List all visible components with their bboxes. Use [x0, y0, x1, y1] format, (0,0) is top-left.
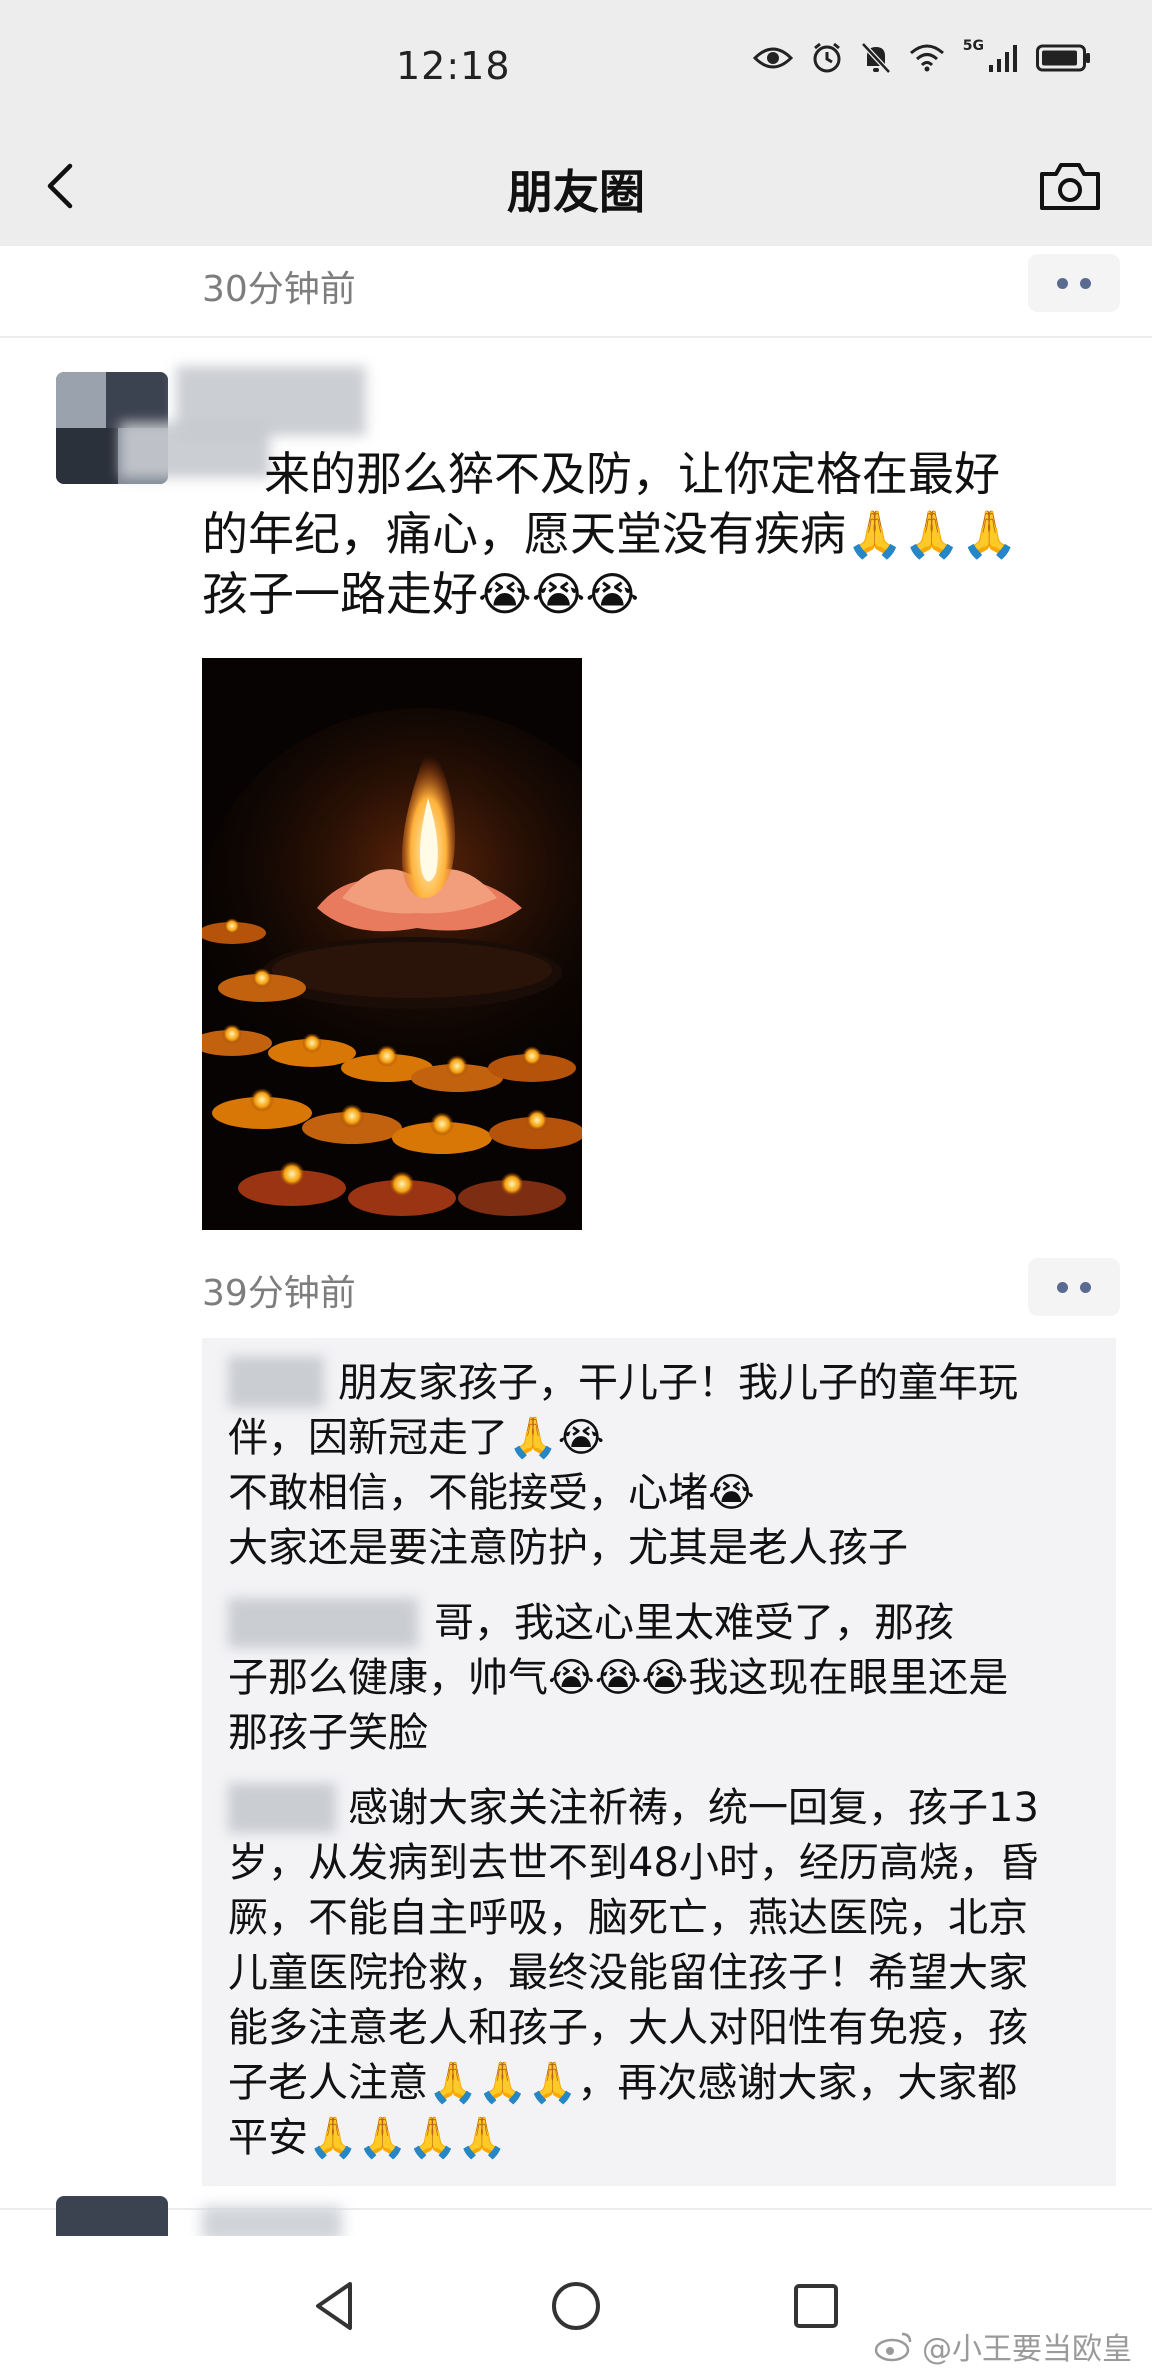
nav-back-button[interactable]	[298, 2268, 374, 2344]
avatar[interactable]	[56, 2196, 168, 2236]
prev-post-more-button[interactable]	[1028, 254, 1120, 312]
alarm-icon	[811, 42, 843, 74]
blurred-commenter	[228, 1356, 324, 1408]
comment-line: 伴，因新冠走了🙏😭	[228, 1415, 605, 1461]
comment-line: 大家还是要注意防护，尤其是老人孩子	[228, 1525, 908, 1571]
mute-icon	[860, 42, 891, 74]
prev-post-time: 30分钟前	[202, 269, 356, 310]
comment-line: 那孩子笑脸	[228, 1710, 428, 1756]
comment-line: 朋友家孩子，干儿子！我儿子的童年玩	[338, 1360, 1018, 1406]
network-label: 5G	[962, 38, 984, 54]
page-title: 朋友圈	[507, 165, 645, 219]
eye-icon	[752, 44, 793, 72]
camera-icon	[1040, 163, 1100, 210]
comment-line: 子那么健康，帅气😭😭😭我这现在眼里还是	[228, 1655, 1009, 1701]
comment-line: 平安🙏🙏🙏🙏	[228, 2115, 508, 2161]
prev-post-time-row: 30分钟前	[0, 254, 1152, 314]
candle-image[interactable]	[202, 658, 582, 1230]
comment-line: 厥，不能自主呼吸，脑死亡，燕达医院，北京	[228, 1895, 1028, 1941]
blurred-commenter	[228, 1598, 418, 1648]
post-time-row: 39分钟前	[0, 1258, 1152, 1318]
post-divider	[0, 2208, 1152, 2210]
comment[interactable]: 感谢大家关注祈祷，统一回复，孩子13 岁，从发病到去世不到48小时，经历高烧，昏…	[228, 1781, 1094, 2166]
comment[interactable]: 哥，我这心里太难受了，那孩 子那么健康，帅气😭😭😭我这现在眼里还是 那孩子笑脸	[228, 1596, 1094, 1761]
post-text-line: 的年纪，痛心，愿天堂没有疾病🙏🙏🙏	[202, 507, 1018, 561]
watermark-text: @小王要当欧皇	[922, 2332, 1132, 2367]
comment-line: 感谢大家关注祈祷，统一回复，孩子13	[348, 1785, 1039, 1831]
more-dot-icon	[1057, 1281, 1068, 1293]
status-bar: 12:18 5G	[0, 0, 1152, 128]
system-nav-bar: @小王要当欧皇	[0, 2236, 1152, 2376]
post-text-line: 孩子一路走好😭😭😭	[202, 567, 640, 621]
watermark: @小王要当欧皇	[874, 2324, 1132, 2368]
more-dot-icon	[1057, 277, 1068, 289]
nav-home-button[interactable]	[538, 2268, 614, 2344]
status-time: 12:18	[396, 44, 511, 88]
recents-square-icon	[794, 2284, 838, 2328]
comment-line: 岁，从发病到去世不到48小时，经历高烧，昏	[228, 1840, 1039, 1886]
weibo-icon	[874, 2332, 912, 2362]
post-time: 39分钟前	[202, 1273, 356, 1314]
nav-bar: 朋友圈	[0, 128, 1152, 246]
post-more-button[interactable]	[1028, 1258, 1120, 1316]
more-dot-icon	[1080, 1281, 1091, 1293]
post-text: 来的那么猝不及防，让你定格在最好 的年纪，痛心，愿天堂没有疾病🙏🙏🙏 孩子一路走…	[202, 444, 1102, 624]
comment-line: 不敢相信，不能接受，心堵😭	[228, 1470, 755, 1516]
post-divider	[0, 336, 1152, 338]
home-circle-icon	[552, 2282, 600, 2330]
signal-icon	[988, 43, 1018, 73]
comment-line: 儿童医院抢救，最终没能留住孩子！希望大家	[228, 1950, 1028, 1996]
battery-icon	[1036, 43, 1092, 73]
camera-button[interactable]	[1034, 150, 1106, 222]
comment-line: 能多注意老人和孩子，大人对阳性有免疫，孩	[228, 2005, 1028, 2051]
comment[interactable]: 朋友家孩子，干儿子！我儿子的童年玩 伴，因新冠走了🙏😭 不敢相信，不能接受，心堵…	[228, 1356, 1094, 1576]
post-text-line: 来的那么猝不及防，让你定格在最好	[264, 447, 1000, 501]
blurred-username[interactable]	[202, 2206, 342, 2236]
comment-line: 子老人注意🙏🙏🙏，再次感谢大家，大家都	[228, 2060, 1018, 2106]
nav-recents-button[interactable]	[778, 2268, 854, 2344]
status-icons: 5G	[752, 38, 1092, 74]
more-dot-icon	[1080, 277, 1091, 289]
wifi-icon	[909, 44, 945, 72]
blurred-commenter	[228, 1783, 336, 1833]
moments-feed[interactable]: 30分钟前 来的那么猝不及防，让你定格在最好 的年纪，痛心，愿天堂没有疾病🙏🙏🙏…	[0, 246, 1152, 2236]
comments-section: 朋友家孩子，干儿子！我儿子的童年玩 伴，因新冠走了🙏😭 不敢相信，不能接受，心堵…	[202, 1338, 1116, 2186]
back-triangle-icon	[316, 2282, 352, 2330]
